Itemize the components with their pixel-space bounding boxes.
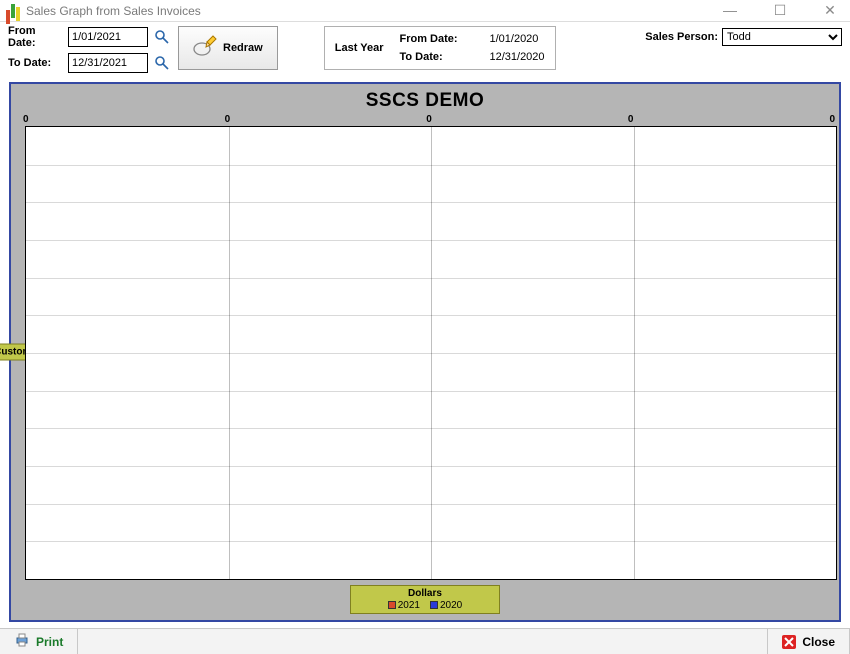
chart-panel: SSCS DEMO 0 0 0 0 0 Customer Dollars 202… <box>9 82 841 622</box>
legend-swatch-icon <box>430 601 438 609</box>
x-axis-legend-strip: Dollars 2021 2020 <box>350 585 500 614</box>
legend-item: 2021 <box>388 600 420 611</box>
window-maximize-button[interactable]: ☐ <box>766 2 794 19</box>
from-date-label: From Date: <box>8 25 64 49</box>
window-minimize-button[interactable]: — <box>716 2 744 19</box>
x-tick: 0 <box>23 114 29 126</box>
to-date-picker-icon[interactable] <box>152 53 172 73</box>
chart-plot-area <box>25 126 837 580</box>
ly-to-value: 12/31/2020 <box>489 51 544 63</box>
x-tick: 0 <box>225 114 231 126</box>
footer-bar: Print Close <box>0 628 850 654</box>
from-date-picker-icon[interactable] <box>152 27 172 47</box>
ly-from-value: 1/01/2020 <box>489 33 538 45</box>
x-tick: 0 <box>829 114 835 126</box>
print-button-label: Print <box>36 635 63 649</box>
close-button-label: Close <box>802 635 835 649</box>
footer-spacer <box>78 629 768 654</box>
date-range-block: From Date: To Date: <box>8 26 172 74</box>
redraw-button[interactable]: Redraw <box>178 26 278 70</box>
sales-person-select[interactable]: Todd <box>722 28 842 46</box>
sales-person-label: Sales Person: <box>645 31 718 43</box>
chart-legend: 2021 2020 <box>381 600 469 611</box>
print-button[interactable]: Print <box>0 629 78 654</box>
pencil-icon <box>193 35 217 62</box>
ly-to-label: To Date: <box>399 51 459 63</box>
close-button[interactable]: Close <box>768 629 850 654</box>
x-axis-ticks: 0 0 0 0 0 <box>25 114 839 126</box>
chart-title: SSCS DEMO <box>11 90 839 112</box>
from-date-input[interactable] <box>68 27 148 47</box>
printer-icon <box>14 632 30 651</box>
close-icon <box>782 635 796 649</box>
ly-from-label: From Date: <box>399 33 459 45</box>
x-axis-label: Dollars <box>381 588 469 599</box>
redraw-button-label: Redraw <box>223 42 263 54</box>
toolbar: From Date: To Date: Redraw Last Year Fro… <box>0 22 850 80</box>
legend-item: 2020 <box>430 600 462 611</box>
window-title: Sales Graph from Sales Invoices <box>26 4 716 18</box>
legend-swatch-icon <box>388 601 396 609</box>
to-date-label: To Date: <box>8 57 64 69</box>
sales-person-block: Sales Person: Todd <box>645 26 842 48</box>
x-tick: 0 <box>628 114 634 126</box>
last-year-panel: Last Year From Date: 1/01/2020 To Date: … <box>324 26 556 70</box>
window-titlebar: Sales Graph from Sales Invoices — ☐ ✕ <box>0 0 850 22</box>
x-tick: 0 <box>426 114 432 126</box>
window-close-button[interactable]: ✕ <box>816 2 844 19</box>
app-icon <box>6 4 20 18</box>
last-year-label: Last Year <box>335 42 384 54</box>
to-date-input[interactable] <box>68 53 148 73</box>
